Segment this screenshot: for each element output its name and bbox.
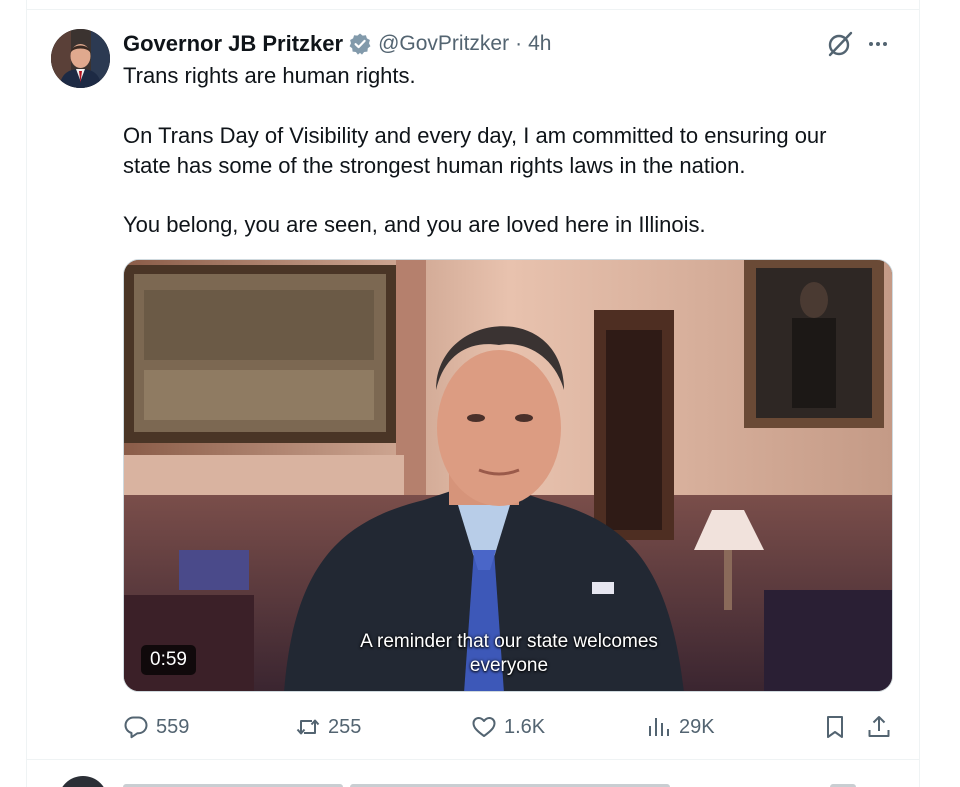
video-frame (124, 260, 892, 691)
views-icon (646, 714, 672, 740)
repost-icon (295, 714, 321, 740)
tweet-text-line: Trans rights are human rights. (123, 63, 416, 88)
reply-icon (123, 714, 149, 740)
like-icon (471, 714, 497, 740)
separator: · (515, 32, 523, 55)
tweet-text-line: You belong, you are seen, and you are lo… (123, 212, 706, 237)
display-name[interactable]: Governor JB Pritzker (123, 31, 343, 57)
divider (26, 9, 920, 10)
views-count: 29K (679, 715, 715, 738)
reply-count: 559 (156, 715, 190, 738)
video-player[interactable]: A reminder that our state welcomes every… (123, 259, 893, 692)
timestamp[interactable]: 4h (528, 32, 551, 56)
tweet-text-line: On Trans Day of Visibility and every day… (123, 123, 827, 148)
like-button[interactable]: 1.6K (471, 712, 545, 742)
share-icon[interactable] (866, 714, 892, 740)
like-count: 1.6K (504, 715, 546, 738)
video-caption: everyone (469, 655, 549, 676)
more-icon[interactable] (864, 31, 892, 57)
divider (26, 759, 920, 760)
views-button[interactable]: 29K (646, 712, 715, 742)
verified-badge-icon (348, 32, 372, 56)
avatar[interactable] (51, 29, 110, 88)
bookmark-icon[interactable] (822, 714, 848, 740)
handle[interactable]: @GovPritzker (378, 32, 509, 56)
tweet-text-line: state has some of the strongest human ri… (123, 153, 746, 178)
grok-icon[interactable] (826, 30, 854, 58)
reply-button[interactable]: 559 (123, 712, 189, 742)
video-caption: A reminder that our state welcomes (360, 631, 658, 652)
video-duration: 0:59 (141, 645, 196, 675)
repost-button[interactable]: 255 (295, 712, 361, 742)
repost-count: 255 (328, 715, 362, 738)
tweet-header: Governor JB Pritzker @GovPritzker · 4h (123, 30, 551, 58)
